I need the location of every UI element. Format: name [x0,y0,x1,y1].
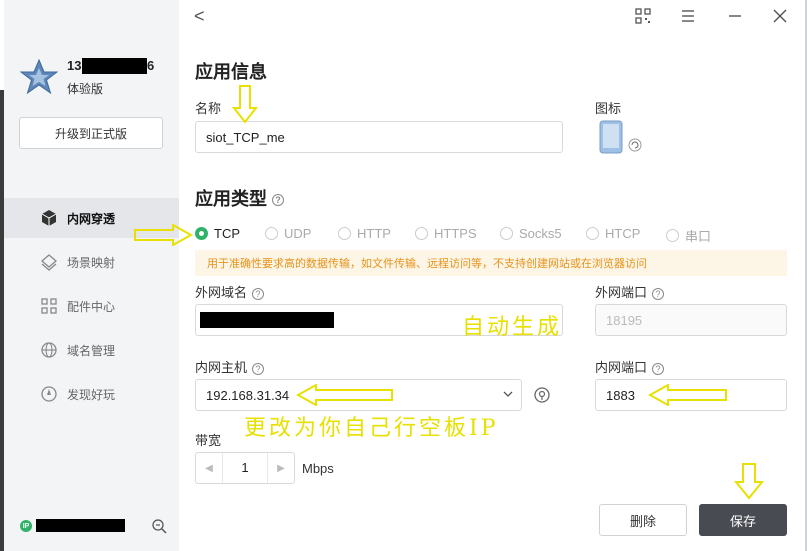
radio-socks5[interactable]: Socks5 [500,226,562,241]
user-plan: 体验版 [67,82,104,96]
user-name: 13 [67,58,82,73]
protocol-note: 用于准确性要求高的数据传输，如文件传输、远程访问等，不支持创建网站或在浏览器访问 [195,250,787,276]
annotation-change-ip: 更改为你自己行空板IP [244,416,499,441]
public-port-input[interactable]: 18195 [595,304,787,336]
radio-dot [415,227,428,240]
user-name-tail: 6 [147,58,155,73]
globe-icon [41,342,57,358]
radio-udp[interactable]: UDP [265,226,311,241]
radio-serial[interactable]: 串口 [666,226,711,245]
grid-icon [41,298,57,314]
radio-dot [265,227,278,240]
sidebar-item-label: 内网穿透 [67,211,116,226]
annotation-arrow-left-host [296,384,393,406]
radio-label: HTTP [357,226,391,241]
app-type-title: 应用类型? [195,185,284,211]
bandwidth-unit: Mbps [302,461,334,476]
icon-label: 图标 [595,101,622,116]
radio-dot [338,227,351,240]
app-window: 13 6 体验版 升级到正式版 内网穿透 场景映射 配件中心 域名管理 发现好玩… [0,0,807,551]
app-type-title-text: 应用类型 [195,189,267,209]
scan-host-icon[interactable] [533,386,551,404]
radio-htcp[interactable]: HTCP [586,226,640,241]
redacted-domain [200,312,334,328]
annotation-arrow-down-save [734,463,764,500]
radio-https[interactable]: HTTPS [415,226,477,241]
radio-label: 串口 [685,229,712,244]
public-port-label-text: 外网端口 [595,285,648,300]
public-port-label: 外网端口? [595,282,665,301]
port-label-text: 内网端口 [595,360,648,375]
compass-icon [41,386,57,402]
sidebar-item-label: 配件中心 [67,299,116,314]
help-icon[interactable]: ? [252,287,265,300]
scene-map-icon [41,254,57,271]
radio-label: HTCP [605,226,641,241]
annotation-arrow-right-tcp [134,224,193,246]
bandwidth-label: 带宽 [195,433,222,448]
annotation-auto-generate: 自动生成 [462,315,563,340]
sidebar-item-label: 发现好玩 [67,387,116,402]
annotation-arrow-down-name [232,85,258,124]
zoom-icon[interactable] [151,518,167,534]
redacted-ip [36,519,125,532]
domain-label-text: 外网域名 [195,285,248,300]
domain-label: 外网域名? [195,282,265,301]
chevron-down-icon [503,391,513,397]
menu-icon[interactable] [679,7,697,25]
help-icon[interactable]: ? [272,194,284,207]
help-icon[interactable]: ? [652,362,665,375]
name-label: 名称 [195,101,222,116]
sidebar: 13 6 体验版 升级到正式版 内网穿透 场景映射 配件中心 域名管理 发现好玩… [0,0,179,551]
name-input[interactable]: siot_TCP_me [195,121,563,153]
sidebar-item-plugins[interactable]: 配件中心 [4,286,179,326]
help-icon[interactable]: ? [652,287,665,300]
ip-status-icon: IP [20,520,32,532]
minimize-icon[interactable] [726,7,744,25]
increment-button[interactable]: ▶ [268,453,294,483]
radio-http[interactable]: HTTP [338,226,391,241]
radio-label: HTTPS [434,226,477,241]
radio-label: TCP [214,226,240,241]
upgrade-button[interactable]: 升级到正式版 [19,117,163,149]
bandwidth-value[interactable]: 1 [222,453,268,483]
delete-button[interactable]: 删除 [599,504,687,536]
radio-dot [666,229,679,242]
sidebar-item-label: 域名管理 [67,343,116,358]
star-avatar-icon[interactable] [20,58,58,96]
redacted-user-name [82,58,147,74]
phone-app-icon[interactable] [599,120,623,154]
app-info-title: 应用信息 [195,62,267,82]
annotation-arrow-left-port [648,384,727,406]
host-label: 内网主机? [195,357,265,376]
sidebar-item-label: 场景映射 [67,255,116,270]
sidebar-item-scene[interactable]: 场景映射 [4,242,179,282]
radio-dot [500,227,513,240]
radio-dot [195,227,208,240]
sidebar-item-domains[interactable]: 域名管理 [4,330,179,370]
radio-dot [586,227,599,240]
host-label-text: 内网主机 [195,360,248,375]
window-edge-top [0,0,4,90]
help-icon[interactable]: ? [252,362,265,375]
sidebar-item-discover[interactable]: 发现好玩 [4,374,179,414]
close-icon[interactable] [771,7,789,25]
decrement-button[interactable]: ◀ [196,453,222,483]
port-label: 内网端口? [595,357,665,376]
radio-label: UDP [284,226,312,241]
radio-label: Socks5 [519,226,562,241]
bandwidth-stepper[interactable]: ◀ 1 ▶ [195,452,295,484]
host-value: 192.168.31.34 [206,387,290,403]
save-button[interactable]: 保存 [699,504,787,536]
back-icon[interactable]: < [194,6,214,26]
cube-icon [41,210,57,226]
radio-tcp[interactable]: TCP [195,226,240,241]
qr-code-icon[interactable] [634,7,652,25]
refresh-icon[interactable] [628,138,642,152]
